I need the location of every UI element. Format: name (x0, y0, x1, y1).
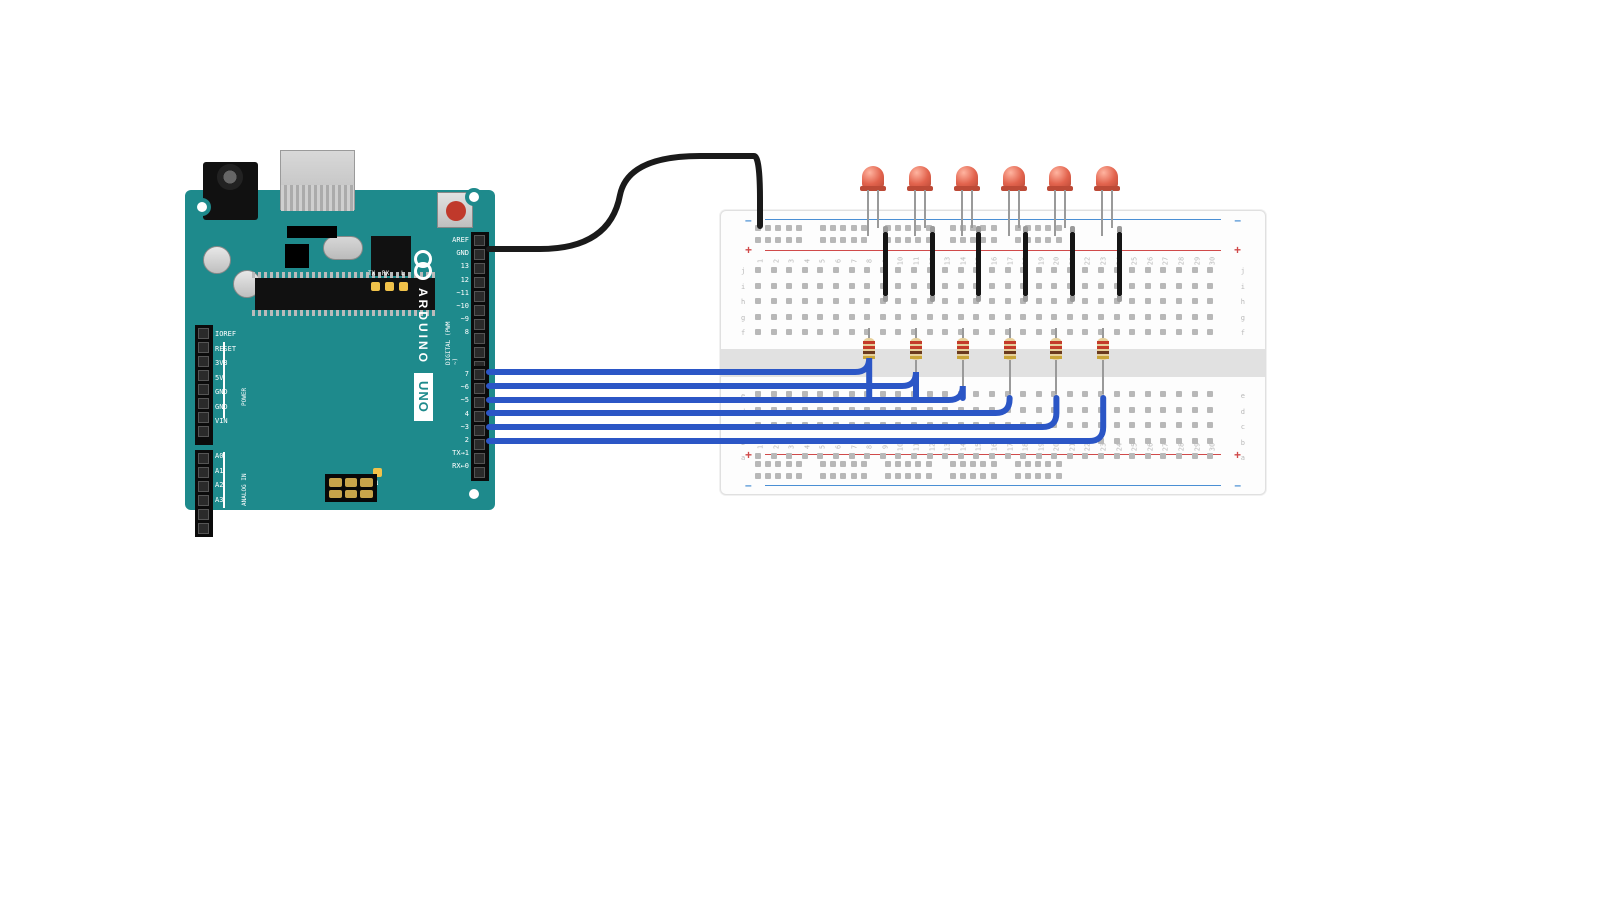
jumper-wire-gnd (930, 232, 935, 296)
dc-barrel-jack (203, 162, 258, 220)
resistor-220-ohm (1102, 328, 1104, 394)
led-red (862, 166, 884, 188)
analog-section-bracket (223, 452, 227, 508)
rx-label: RX (382, 270, 389, 277)
jumper-wire-gnd (1023, 232, 1028, 296)
board-branding: ARDUINO UNO (414, 250, 433, 421)
breadboard: – – + + + + – – 123456789101112131415161… (720, 210, 1266, 495)
small-ic (287, 226, 337, 238)
mounting-hole-icon (193, 198, 211, 216)
mounting-hole-icon (465, 485, 483, 503)
crystal-oscillator-icon (323, 236, 363, 260)
analog-section-label: ANALOG IN (241, 473, 248, 506)
jumper-wire-gnd (976, 232, 981, 296)
breadboard-row-letters: jihgf (1241, 266, 1245, 339)
led-red (1049, 166, 1071, 188)
atmega16u2-chip (371, 236, 411, 276)
resistor-220-ohm (1055, 328, 1057, 394)
power-pin-header (195, 325, 213, 445)
led-red (1003, 166, 1025, 188)
jumper-wire-gnd (1070, 232, 1075, 296)
brand-name: ARDUINO (417, 288, 431, 365)
arduino-uno-board: TX RX L ON IOREF RESET 3V3 5V GND GND VI… (185, 190, 495, 510)
breadboard-row-letters: edcba (741, 391, 745, 464)
model-name: UNO (414, 373, 433, 421)
arduino-logo-icon (415, 250, 433, 280)
l-label: L (401, 270, 405, 277)
status-led-rx (385, 282, 394, 291)
wiring-diagram: TX RX L ON IOREF RESET 3V3 5V GND GND VI… (0, 0, 1600, 900)
breadboard-rail-top: – – + + (739, 217, 1247, 253)
resistor-220-ohm (868, 328, 870, 394)
rail-plus-sign: + (745, 243, 752, 257)
usb-b-port (280, 150, 355, 210)
led-red (909, 166, 931, 188)
mounting-hole-icon (465, 188, 483, 206)
status-led-tx (371, 282, 380, 291)
digital-pin-labels-bottom: 7 ~6 ~5 4 ~3 2 TX→1 RX←0 (452, 370, 469, 470)
status-led-l (399, 282, 408, 291)
jumper-wire-gnd (883, 232, 888, 296)
rail-holes (755, 461, 1076, 467)
power-section-bracket (223, 342, 227, 418)
small-ic (285, 244, 309, 268)
power-section-label: POWER (241, 388, 248, 406)
breadboard-row-letters: jihgf (741, 266, 745, 339)
breadboard-row-letters: edcba (1241, 391, 1245, 464)
resistor-220-ohm (962, 328, 964, 394)
led-red (1096, 166, 1118, 188)
digital-pin-header-bottom (471, 366, 489, 481)
atmega328p-chip (255, 278, 435, 310)
led-red (956, 166, 978, 188)
breadboard-column-numbers: 1234567891011121314151617181920212223242… (755, 257, 1218, 265)
breadboard-column-numbers: 1234567891011121314151617181920212223242… (755, 443, 1218, 451)
analog-pin-header (195, 450, 213, 537)
breadboard-terminal-strip-bottom (755, 391, 1218, 464)
resistor-220-ohm (1009, 328, 1011, 394)
jumper-wire-gnd (1117, 232, 1122, 296)
capacitor-icon (203, 246, 231, 274)
resistor-220-ohm (915, 328, 917, 394)
tx-label: TX (368, 270, 375, 277)
icsp-header (325, 474, 377, 502)
breadboard-center-gutter (721, 349, 1265, 377)
rail-minus-sign: – (745, 213, 752, 227)
digital-pin-header-top (471, 232, 489, 375)
digital-section-label: DIGITAL (PWM ~) (445, 315, 459, 365)
breadboard-terminal-strip-top (755, 267, 1218, 340)
rail-holes (755, 473, 1076, 479)
